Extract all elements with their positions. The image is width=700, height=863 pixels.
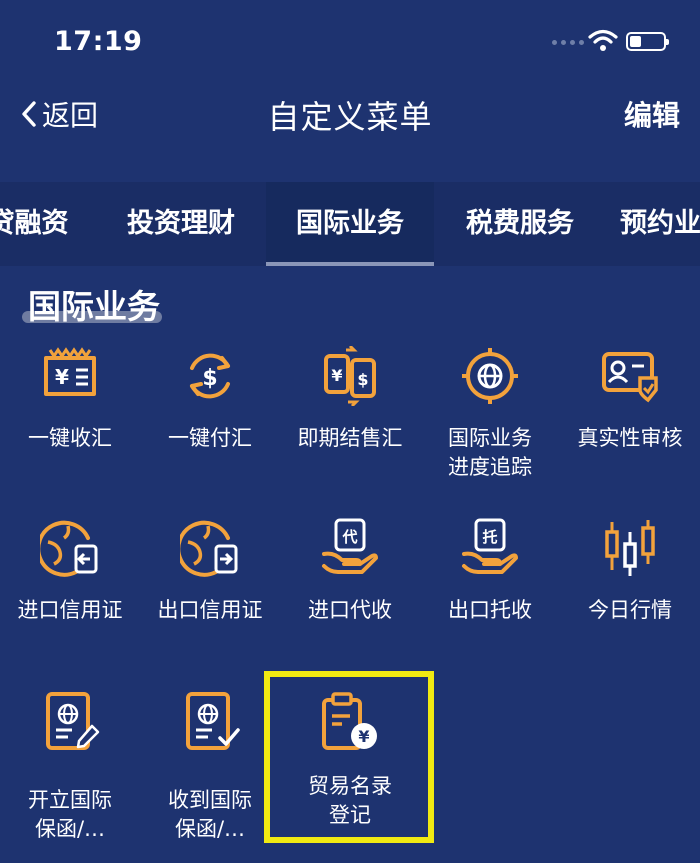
menu-item-label: 进口代收 <box>308 598 392 622</box>
menu-item-label: 今日行情 <box>588 598 672 622</box>
menu-item-export-lc[interactable]: 出口信用证 <box>140 516 280 636</box>
svg-text:代: 代 <box>341 528 357 546</box>
globe-export-icon <box>180 520 238 577</box>
menu-item-import-lc[interactable]: 进口信用证 <box>0 516 140 636</box>
menu-item-authenticity-review[interactable]: 真实性审核 <box>560 344 700 484</box>
svg-text:$: $ <box>357 370 368 389</box>
menu-item-label-line2: 保函/… <box>34 817 106 841</box>
wifi-icon <box>588 29 618 51</box>
dollar-cycle-icon: $ <box>190 353 230 399</box>
menu-item-label-line2: 保函/… <box>174 817 246 841</box>
menu-item-one-click-receive[interactable]: ¥ 一键收汇 <box>0 344 140 484</box>
menu-item-label: 即期结售汇 <box>297 426 403 450</box>
svg-text:$: $ <box>202 366 217 391</box>
hand-dai-icon: 代 <box>322 518 378 574</box>
menu-item-export-collection[interactable]: 托 出口托收 <box>420 516 560 636</box>
menu-item-label: 一键付汇 <box>168 426 252 450</box>
menu-item-label-line2: 进度追踪 <box>448 455 532 479</box>
passport-check-icon <box>186 692 240 750</box>
menu-item-issue-guarantee[interactable]: 开立国际 保函/… <box>0 690 140 841</box>
menu-item-label: 进口信用证 <box>17 598 123 622</box>
menu-item-label: 出口托收 <box>448 598 532 622</box>
tab-loans[interactable]: 贷融资 <box>0 182 78 266</box>
tab-appointment[interactable]: 预约业 <box>620 182 700 266</box>
menu-item-label-line1: 开立国际 <box>28 788 112 812</box>
page-title: 自定义菜单 <box>267 98 433 136</box>
tab-investment[interactable]: 投资理财 <box>100 182 262 266</box>
svg-text:托: 托 <box>482 528 497 546</box>
selection-highlight <box>264 671 434 843</box>
menu-item-spot-exchange[interactable]: ¥ $ 即期结售汇 <box>280 344 420 484</box>
menu-item-market-today[interactable]: 今日行情 <box>560 516 700 636</box>
signal-icon <box>552 40 584 45</box>
currency-exchange-icon: ¥ $ <box>324 346 376 406</box>
section-title: 国际业务 <box>28 287 160 326</box>
menu-item-label-line1: 收到国际 <box>168 788 252 812</box>
edit-button[interactable]: 编辑 <box>624 94 680 134</box>
status-time: 17:19 <box>54 26 143 57</box>
menu-item-label-line1: 国际业务 <box>448 426 532 450</box>
menu-item-label: 真实性审核 <box>577 426 683 450</box>
menu-item-label: 出口信用证 <box>157 598 263 622</box>
yuan-receipt-icon: ¥ <box>44 347 96 396</box>
status-bar: 17:19 <box>0 0 700 80</box>
battery-icon <box>626 32 669 51</box>
nav-bar: 返回 自定义菜单 编辑 <box>0 80 700 150</box>
menu-item-import-collection[interactable]: 代 进口代收 <box>280 516 420 636</box>
passport-pen-icon <box>46 692 100 750</box>
menu-item-label: 一键收汇 <box>28 426 112 450</box>
globe-import-icon <box>40 520 98 577</box>
menu-item-progress-tracking[interactable]: 国际业务 进度追踪 <box>420 344 560 494</box>
globe-target-icon <box>462 348 518 404</box>
hand-tuo-icon: 托 <box>462 518 518 574</box>
svg-text:¥: ¥ <box>55 365 69 389</box>
tab-international[interactable]: 国际业务 <box>266 182 434 266</box>
id-card-check-icon <box>602 352 658 403</box>
menu-item-one-click-pay[interactable]: $ 一键付汇 <box>140 344 280 484</box>
svg-text:¥: ¥ <box>331 366 342 385</box>
tab-tax[interactable]: 税费服务 <box>440 182 600 266</box>
menu-item-receive-guarantee[interactable]: 收到国际 保函/… <box>140 690 280 841</box>
category-tabs: 贷融资 投资理财 国际业务 税费服务 预约业 <box>0 182 700 266</box>
candlestick-icon <box>605 520 655 576</box>
